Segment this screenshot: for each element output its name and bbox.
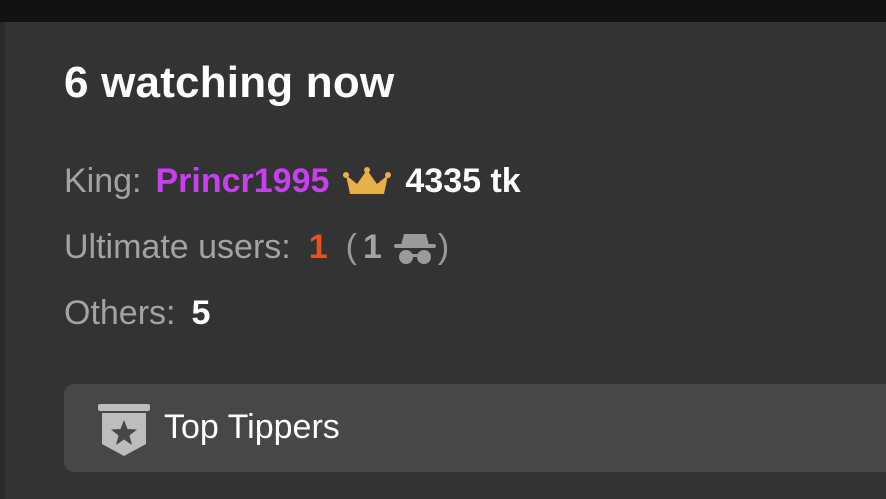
anonymous-spy-icon: [393, 233, 436, 264]
king-row: King: Princr1995 4335 tk: [64, 162, 521, 201]
others-row: Others: 5: [64, 294, 210, 333]
king-label: King:: [64, 162, 142, 200]
paren-open: (: [345, 228, 357, 266]
ultimate-users-label: Ultimate users:: [64, 228, 291, 266]
top-bar: [0, 0, 886, 22]
top-tippers-button[interactable]: Top Tippers: [64, 384, 886, 472]
others-count: 5: [191, 294, 211, 332]
ultimate-users-row: Ultimate users: 1 ( 1 ): [64, 228, 449, 267]
anonymous-users-count: 1: [362, 228, 382, 266]
others-label: Others:: [64, 294, 176, 332]
paren-close: ): [437, 228, 450, 266]
star-badge-icon: [98, 404, 150, 456]
ultimate-users-count: 1: [308, 228, 328, 266]
king-username[interactable]: Princr1995: [156, 162, 330, 201]
crown-icon: [343, 166, 392, 194]
top-tippers-label: Top Tippers: [164, 408, 340, 446]
watching-count-title: 6 watching now: [64, 58, 395, 107]
king-tokens: 4335 tk: [405, 162, 521, 200]
